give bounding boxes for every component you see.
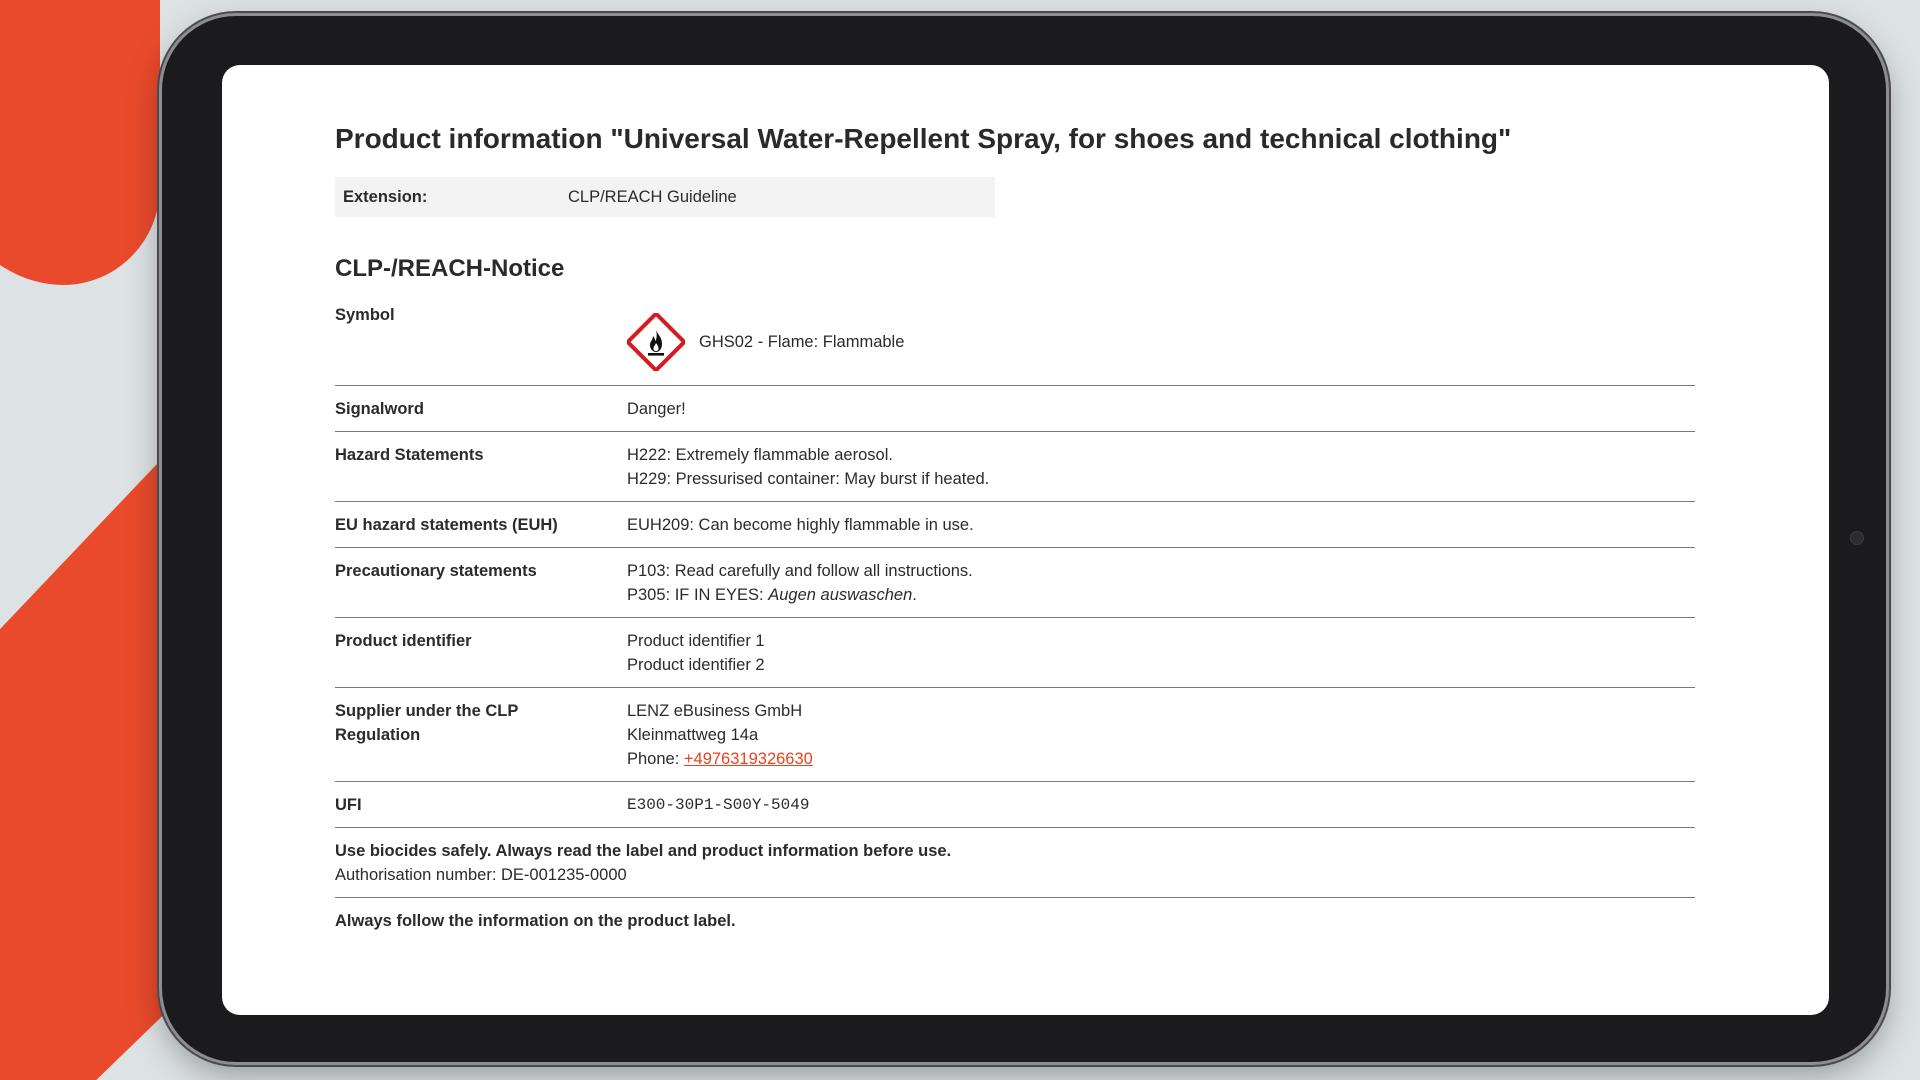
label-ufi: UFI — [335, 796, 362, 814]
label-precautionary-statements: Precautionary statements — [335, 562, 537, 580]
value-ufi: E300-30P1-S00Y-5049 — [627, 796, 810, 814]
product-info-content: Product information "Universal Water-Rep… — [335, 121, 1695, 933]
clp-notice-table: Symbol GHS02 - Flame: Flammable Signalwo… — [335, 303, 1695, 933]
value-signalword: Danger! — [627, 400, 686, 418]
symbol-text: GHS02 - Flame: Flammable — [699, 333, 905, 351]
page-title: Product information "Universal Water-Rep… — [335, 123, 1512, 154]
tablet-frame: Product information "Universal Water-Rep… — [162, 16, 1886, 1062]
decorative-orange-wedge — [0, 445, 175, 1080]
extension-row: Extension: CLP/REACH Guideline — [335, 177, 995, 217]
supplier-phone: Phone: +4976319326630 — [627, 747, 1695, 771]
ghs02-flame-icon — [627, 313, 685, 371]
precautionary-italic: Augen auswaschen — [768, 586, 913, 604]
label-product-identifier: Product identifier — [335, 632, 472, 650]
row-supplier: Supplier under the CLP Regulation LENZ e… — [335, 688, 1695, 782]
value-eu-hazard-statements: EUH209: Can become highly flammable in u… — [627, 516, 974, 534]
row-signalword: Signalword Danger! — [335, 386, 1695, 432]
precautionary-suffix: . — [912, 586, 917, 604]
authorisation-number: Authorisation number: DE-001235-0000 — [335, 866, 627, 884]
precautionary-prefix: P305: IF IN EYES: — [627, 586, 769, 604]
extension-label: Extension: — [343, 187, 428, 206]
row-ufi: UFI E300-30P1-S00Y-5049 — [335, 782, 1695, 828]
label-signalword: Signalword — [335, 400, 424, 418]
label-supplier: Supplier under the CLP Regulation — [335, 702, 519, 744]
label-eu-hazard-statements: EU hazard statements (EUH) — [335, 516, 558, 534]
hazard-statement: H229: Pressurised container: May burst i… — [627, 470, 990, 488]
biocide-warning: Use biocides safely. Always read the lab… — [335, 842, 952, 860]
phone-label: Phone: — [627, 750, 684, 768]
decorative-orange-blob — [0, 0, 160, 285]
label-hazard-statements: Hazard Statements — [335, 446, 484, 464]
row-hazard-statements: Hazard Statements H222: Extremely flamma… — [335, 432, 1695, 502]
extension-value: CLP/REACH Guideline — [568, 187, 737, 206]
row-precautionary-statements: Precautionary statements P103: Read care… — [335, 548, 1695, 618]
tablet-screen: Product information "Universal Water-Rep… — [222, 65, 1829, 1015]
row-product-identifier: Product identifier Product identifier 1 … — [335, 618, 1695, 688]
row-eu-hazard-statements: EU hazard statements (EUH) EUH209: Can b… — [335, 502, 1695, 548]
section-title-clp-reach: CLP-/REACH-Notice — [335, 255, 565, 282]
precautionary-statement: P103: Read carefully and follow all inst… — [627, 562, 973, 580]
hazard-statement: H222: Extremely flammable aerosol. — [627, 446, 893, 464]
biocide-notice: Use biocides safely. Always read the lab… — [335, 828, 1695, 898]
label-footer-note: Always follow the information on the pro… — [335, 912, 736, 930]
phone-link[interactable]: +4976319326630 — [684, 750, 813, 768]
precautionary-statement: P305: IF IN EYES: Augen auswaschen. — [627, 583, 1695, 607]
label-symbol: Symbol — [335, 306, 395, 324]
camera-dot — [1850, 531, 1864, 545]
product-identifier-item: Product identifier 2 — [627, 656, 765, 674]
supplier-name: LENZ eBusiness GmbH — [627, 702, 803, 720]
supplier-street: Kleinmattweg 14a — [627, 726, 759, 744]
row-symbol: Symbol GHS02 - Flame: Flammable — [335, 303, 1695, 386]
product-identifier-item: Product identifier 1 — [627, 632, 765, 650]
